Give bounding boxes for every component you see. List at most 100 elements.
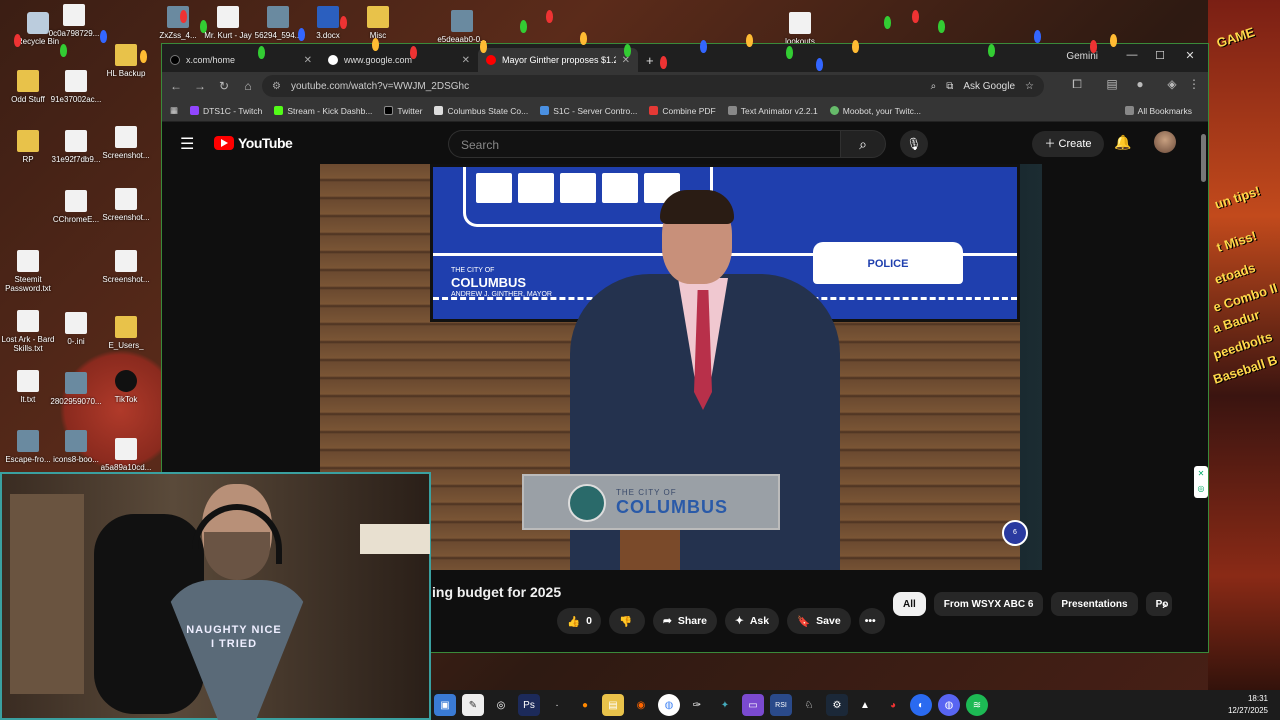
apps-icon[interactable]: ▦ xyxy=(162,105,184,116)
desktop-icon-file[interactable]: 91e37002ac... xyxy=(48,70,104,104)
tab-youtube-video[interactable]: Mayor Ginther proposes $1.23 bi ✕ xyxy=(478,48,638,72)
youtube-logo[interactable]: YouTube xyxy=(214,135,293,151)
desktop-icon-file[interactable]: 31e92f7db9... xyxy=(48,130,104,164)
firefox-icon[interactable]: ◉ xyxy=(630,694,652,716)
desktop-icon-image[interactable]: 56294_594... xyxy=(250,6,306,40)
desktop-icon-file[interactable]: a5a89a10cd... xyxy=(98,438,154,472)
reload-icon[interactable]: ↻ xyxy=(212,79,236,93)
desktop-icon-file[interactable]: Steemit Password.txt xyxy=(0,250,56,293)
ask-google-button[interactable]: Ask Google xyxy=(963,81,1015,92)
desktop-icon-folder[interactable]: Misc xyxy=(350,6,406,40)
desktop-icon-file[interactable]: 0-.ini xyxy=(48,312,104,346)
desktop-icon-image[interactable]: e5deaab0-0... xyxy=(434,10,490,44)
desktop-icon-word-doc[interactable]: 3.docx xyxy=(300,6,356,40)
gemini-button[interactable]: Gemini xyxy=(1066,51,1098,62)
profile-avatar-icon[interactable]: ● xyxy=(1130,77,1150,91)
zoom-icon[interactable]: ⌕ xyxy=(931,81,937,92)
install-icon[interactable]: ⧉ xyxy=(946,81,953,92)
close-icon[interactable]: ✕ xyxy=(462,55,470,66)
extension-side-icons[interactable]: ✕ ◎ xyxy=(1194,466,1208,498)
bookmark-item[interactable]: Text Animator v2.2.1 xyxy=(722,106,824,116)
discord-icon[interactable]: ◍ xyxy=(938,694,960,716)
taskbar-app-icon[interactable]: RSI xyxy=(770,694,792,716)
taskbar-app-icon[interactable]: ◕ xyxy=(882,694,904,716)
scrollbar[interactable] xyxy=(1201,124,1206,684)
close-icon[interactable]: ✕ xyxy=(304,55,312,66)
bookmark-item[interactable]: Columbus State Co... xyxy=(428,106,534,116)
voice-search-button[interactable]: 🎙 xyxy=(900,130,928,158)
desktop-icon-image[interactable]: 2802959070... xyxy=(48,372,104,406)
taskbar-app-icon[interactable]: ◎ xyxy=(490,694,512,716)
desktop-icon-file[interactable]: lookouts xyxy=(772,12,828,46)
bookmark-item[interactable]: Twitter xyxy=(378,106,428,116)
desktop-icon-file[interactable]: Mr. Kurt - Jay xyxy=(200,6,256,40)
desktop-icon-file[interactable]: Screenshot... xyxy=(98,250,154,284)
desktop-icon-tiktok[interactable]: TikTok xyxy=(98,370,154,404)
home-icon[interactable]: ⌂ xyxy=(236,79,260,93)
desktop-icon-folder[interactable]: HL Backup xyxy=(98,44,154,78)
all-bookmarks[interactable]: All Bookmarks xyxy=(1119,106,1198,116)
chip-wsyx[interactable]: From WSYX ABC 6 xyxy=(933,592,1044,616)
taskbar-app-icon[interactable]: ▲ xyxy=(854,694,876,716)
address-bar[interactable]: ⚙ youtube.com/watch?v=WWJM_2DSGhc ⌕ ⧉ As… xyxy=(262,75,1044,97)
desktop-icon-file[interactable]: CChromeE... xyxy=(48,190,104,224)
desktop-icon-file[interactable]: Screenshot... xyxy=(98,126,154,160)
tab-google[interactable]: www.google.com ✕ xyxy=(320,48,478,72)
hamburger-menu-icon[interactable]: ☰ xyxy=(180,134,194,154)
system-tray-clock[interactable]: 18:31 12/27/2025 xyxy=(1228,693,1268,717)
taskbar-app-icon[interactable]: ✎ xyxy=(462,694,484,716)
steam-icon[interactable]: ⚙ xyxy=(826,694,848,716)
search-input[interactable]: Search xyxy=(448,130,840,158)
taskbar-app-icon[interactable]: ✑ xyxy=(686,694,708,716)
search-button[interactable]: ⌕ xyxy=(840,130,886,158)
avatar[interactable] xyxy=(1154,131,1176,153)
channel-watermark[interactable]: 6 xyxy=(1002,520,1028,546)
bookmark-item[interactable]: Moobot, your Twitc... xyxy=(824,106,927,116)
forward-icon[interactable]: → xyxy=(188,79,212,93)
back-icon[interactable]: ← xyxy=(164,79,188,93)
save-button[interactable]: 🔖 Save xyxy=(787,608,851,634)
tab-x-home[interactable]: x.com/home ✕ xyxy=(162,48,320,72)
desktop-icon-folder[interactable]: E_Users_ xyxy=(98,316,154,350)
bookmark-item[interactable]: DTS1C - Twitch xyxy=(184,106,268,116)
site-info-icon[interactable]: ⚙ xyxy=(272,81,281,92)
desktop-icon-image[interactable]: ZxZss_4... xyxy=(150,6,206,40)
close-icon[interactable]: ✕ xyxy=(622,55,630,66)
bookmark-item[interactable]: S1C - Server Contro... xyxy=(534,106,643,116)
taskbar-app-icon[interactable]: ▣ xyxy=(434,694,456,716)
taskbar-app-icon[interactable]: · xyxy=(546,694,568,716)
extensions-icon[interactable]: ⧠ xyxy=(1067,77,1087,92)
star-icon[interactable]: ☆ xyxy=(1025,81,1034,92)
more-actions-button[interactable]: ••• xyxy=(858,608,885,634)
dislike-button[interactable]: 👎 xyxy=(609,608,645,634)
like-button[interactable]: 👍 0 xyxy=(557,608,601,634)
menu-icon[interactable]: ⋮ xyxy=(1184,77,1204,91)
chevron-right-icon[interactable]: › xyxy=(1162,596,1167,612)
bookmark-item[interactable]: Stream - Kick Dashb... xyxy=(268,106,378,116)
spotify-icon[interactable]: ≋ xyxy=(966,694,988,716)
desktop-icon-image[interactable]: icons8-boo... xyxy=(48,430,104,464)
chip-presentations[interactable]: Presentations xyxy=(1051,592,1138,616)
chip-all[interactable]: All xyxy=(893,592,926,616)
ask-button[interactable]: ✦ Ask xyxy=(725,608,780,634)
taskbar-app-icon[interactable]: ✦ xyxy=(714,694,736,716)
share-button[interactable]: ➦ Share xyxy=(653,608,717,634)
taskbar-app-icon[interactable]: ◐ xyxy=(910,694,932,716)
shield-icon[interactable]: ◈ xyxy=(1162,77,1182,91)
taskbar-app-icon[interactable]: ▭ xyxy=(742,694,764,716)
desktop-icon-file[interactable]: 0c0a798729... xyxy=(46,4,102,38)
taskbar-app-icon[interactable]: ● xyxy=(574,694,596,716)
maximize-icon[interactable]: ☐ xyxy=(1150,49,1170,62)
new-tab-button[interactable]: + xyxy=(638,48,658,72)
notifications-bell-icon[interactable]: 🔔 xyxy=(1114,134,1131,151)
chrome-icon[interactable]: ◍ xyxy=(658,694,680,716)
chip-more[interactable]: Po xyxy=(1145,592,1172,616)
taskbar-app-icon[interactable]: ♘ xyxy=(798,694,820,716)
desktop-icon-file[interactable]: Screenshot... xyxy=(98,188,154,222)
minimize-icon[interactable]: — xyxy=(1122,49,1142,61)
close-window-icon[interactable]: ✕ xyxy=(1180,49,1200,62)
bookmark-item[interactable]: Combine PDF xyxy=(643,106,721,116)
file-explorer-icon[interactable]: ▤ xyxy=(602,694,624,716)
photoshop-icon[interactable]: Ps xyxy=(518,694,540,716)
create-button[interactable]: ＋ Create xyxy=(1032,131,1104,157)
